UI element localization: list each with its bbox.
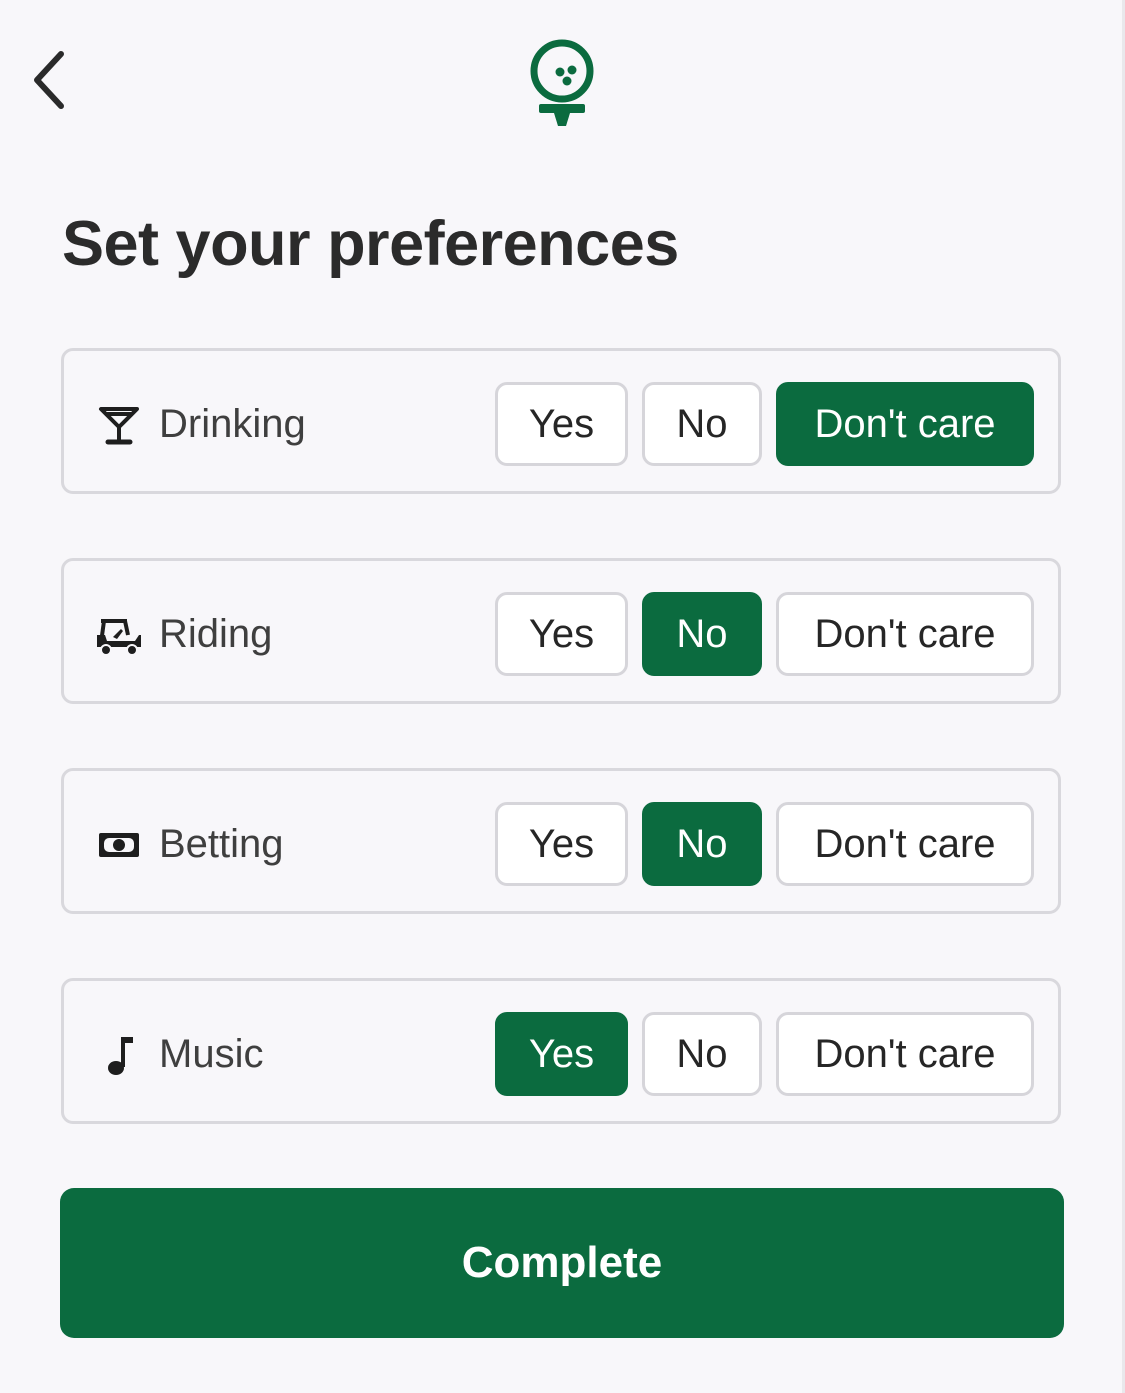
complete-button[interactable]: Complete (60, 1188, 1064, 1338)
golf-cart-icon (95, 611, 143, 659)
music-yes-button[interactable]: Yes (495, 1012, 628, 1096)
preference-label-riding: Riding (159, 612, 273, 656)
preference-card-riding: Riding Yes No Don't care (61, 558, 1061, 704)
betting-no-button[interactable]: No (642, 802, 762, 886)
page-title: Set your preferences (62, 209, 679, 279)
preference-card-music: Music Yes No Don't care (61, 978, 1061, 1124)
chevron-left-icon (34, 51, 64, 109)
betting-dont-care-button[interactable]: Don't care (776, 802, 1034, 886)
riding-no-button[interactable]: No (642, 592, 762, 676)
drinking-no-button[interactable]: No (642, 382, 762, 466)
drinking-dont-care-button[interactable]: Don't care (776, 382, 1034, 466)
riding-dont-care-button[interactable]: Don't care (776, 592, 1034, 676)
money-bill-icon (95, 821, 143, 869)
back-button[interactable] (18, 40, 78, 120)
preference-label-betting: Betting (159, 822, 284, 866)
betting-yes-button[interactable]: Yes (495, 802, 628, 886)
app-logo (522, 32, 602, 132)
music-no-button[interactable]: No (642, 1012, 762, 1096)
music-note-icon (95, 1031, 143, 1079)
preference-label-music: Music (159, 1032, 264, 1076)
drinking-yes-button[interactable]: Yes (495, 382, 628, 466)
golf-ball-on-tee-icon (530, 39, 594, 126)
preference-card-drinking: Drinking Yes No Don't care (61, 348, 1061, 494)
riding-yes-button[interactable]: Yes (495, 592, 628, 676)
music-dont-care-button[interactable]: Don't care (776, 1012, 1034, 1096)
preference-label-drinking: Drinking (159, 402, 306, 446)
preference-card-betting: Betting Yes No Don't care (61, 768, 1061, 914)
cocktail-glass-icon (95, 401, 143, 449)
